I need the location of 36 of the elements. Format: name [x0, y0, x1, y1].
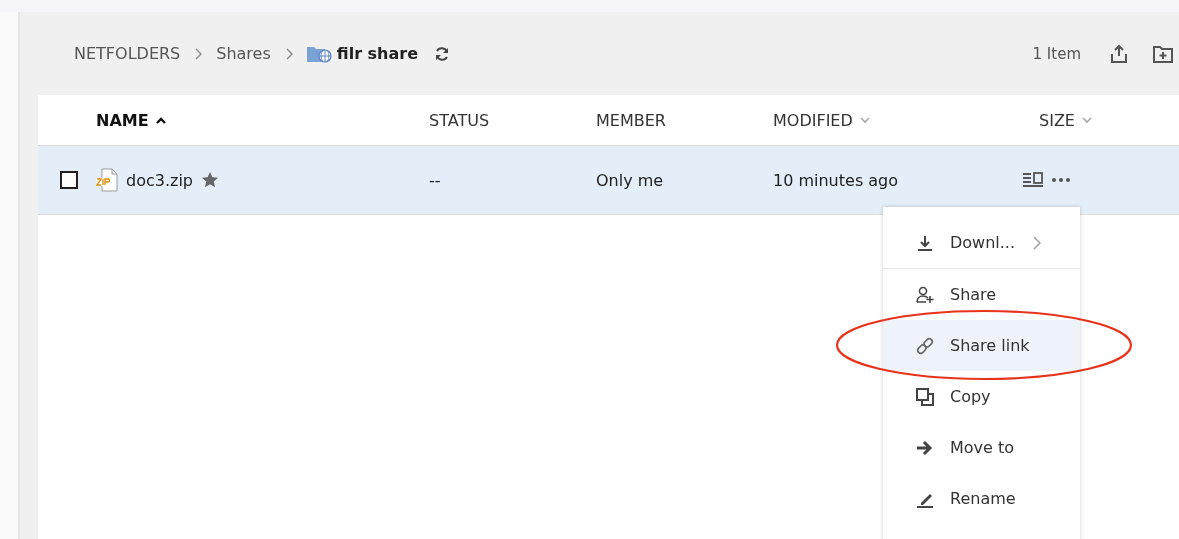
- breadcrumb-link[interactable]: NETFOLDERS: [74, 44, 181, 63]
- star-icon[interactable]: [201, 171, 219, 189]
- file-name[interactable]: doc3.zip: [126, 170, 193, 190]
- copy-icon: [915, 386, 935, 407]
- table-cell-text: --: [429, 170, 442, 190]
- menu-item[interactable]: Copy: [883, 371, 1080, 422]
- column-header[interactable]: MEMBER: [596, 110, 666, 130]
- more-icon[interactable]: [1050, 177, 1072, 183]
- column-header[interactable]: NAME: [96, 110, 149, 130]
- breadcrumb-link[interactable]: Shares: [216, 44, 271, 63]
- chevron-icon: [194, 47, 203, 60]
- breadcrumb-current: filr share: [336, 44, 419, 63]
- chevron-icon: [1032, 234, 1042, 251]
- refresh-icon[interactable]: [434, 45, 451, 62]
- table-row[interactable]: doc3.zip -- Only me 10 minutes ago: [38, 146, 1179, 215]
- table-cell-text: 10 minutes ago: [773, 170, 900, 190]
- table-cell-text: Only me: [596, 170, 665, 190]
- zip-file-icon: [96, 168, 118, 192]
- menu-item[interactable]: Rename: [883, 473, 1080, 524]
- menu-item[interactable]: Share: [883, 269, 1080, 320]
- menu-item[interactable]: Share link: [883, 320, 1080, 371]
- new-folder-icon[interactable]: [1153, 43, 1173, 64]
- menu-item[interactable]: Downl...: [883, 217, 1080, 269]
- menu-item[interactable]: Move to: [883, 422, 1080, 473]
- item-count: 1 Item: [1032, 44, 1081, 63]
- globe-folder-icon: [306, 44, 333, 63]
- details-icon[interactable]: [1022, 172, 1044, 188]
- add-user-icon: [915, 284, 935, 305]
- column-header[interactable]: SIZE: [1039, 110, 1075, 130]
- chevron-icon: [284, 47, 293, 60]
- upload-icon[interactable]: [1109, 43, 1129, 64]
- column-header[interactable]: STATUS: [429, 110, 490, 130]
- checkbox[interactable]: [60, 171, 78, 189]
- sort-up-icon[interactable]: [154, 115, 167, 125]
- column-header[interactable]: MODIFIED: [773, 110, 853, 130]
- link-icon: [915, 335, 935, 356]
